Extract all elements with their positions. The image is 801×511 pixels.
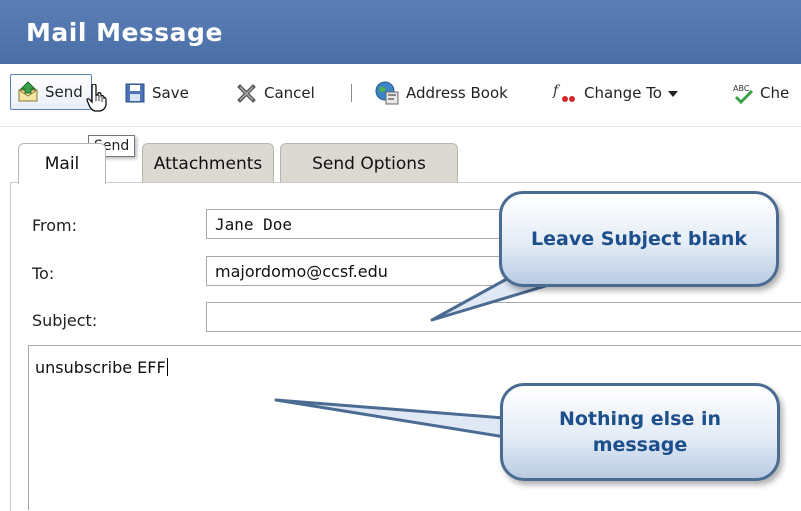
body-callout-text: Nothing else in message [558,408,722,456]
body-callout: Nothing else in message [500,383,780,481]
body-callout-pointer [274,398,538,444]
tab-mail[interactable]: Mail [18,143,106,184]
subject-callout: Leave Subject blank [499,191,779,287]
subject-callout-text: Leave Subject blank [531,228,747,250]
